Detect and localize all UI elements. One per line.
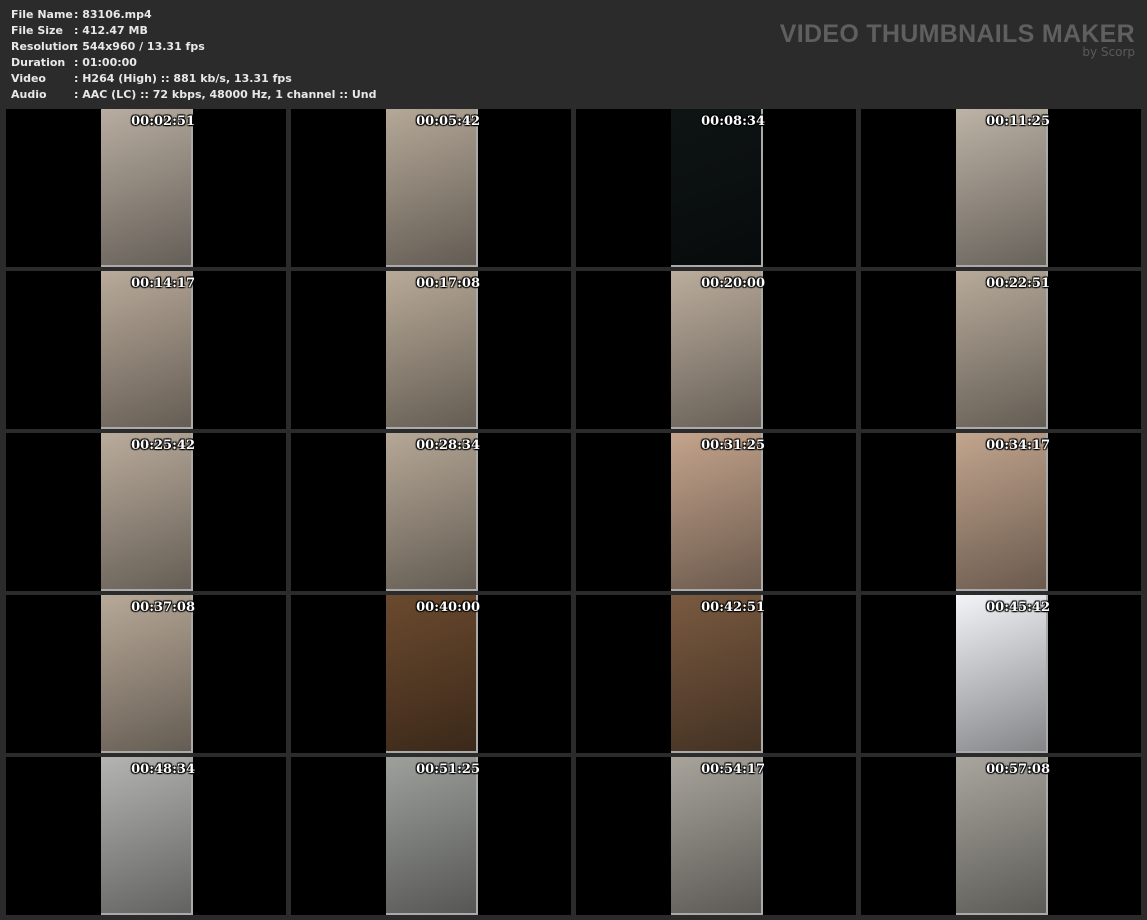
timestamp: 00:08:34	[701, 114, 765, 129]
thumbnail-cell: 00:14:17	[6, 271, 286, 429]
timestamp: 00:28:34	[416, 438, 480, 453]
info-row: Resolution: 544x960 / 13.31 fps	[11, 39, 376, 55]
video-frame	[956, 595, 1048, 753]
info-value: : 412.47 MB	[74, 24, 148, 37]
video-frame	[671, 433, 763, 591]
thumbnail-cell: 00:37:08	[6, 595, 286, 753]
video-frame	[671, 757, 763, 915]
thumbnail-cell: 00:57:08	[861, 757, 1141, 915]
timestamp: 00:37:08	[131, 600, 195, 615]
info-key: File Name	[11, 8, 73, 21]
timestamp: 00:51:25	[416, 762, 480, 777]
info-value: : 544x960 / 13.31 fps	[74, 40, 205, 53]
video-frame	[101, 271, 193, 429]
info-row: File Size : 412.47 MB	[11, 23, 376, 39]
timestamp: 00:25:42	[131, 438, 195, 453]
video-frame	[956, 433, 1048, 591]
thumbnail-cell: 00:28:34	[291, 433, 571, 591]
info-value: : H264 (High) :: 881 kb/s, 13.31 fps	[74, 72, 292, 85]
thumbnail-cell: 00:20:00	[576, 271, 856, 429]
thumbnail-cell: 00:25:42	[6, 433, 286, 591]
brand-title: VIDEO THUMBNAILS MAKER	[779, 20, 1135, 48]
thumbnail-cell: 00:22:51	[861, 271, 1141, 429]
info-value: : AAC (LC) :: 72 kbps, 48000 Hz, 1 chann…	[74, 88, 377, 101]
info-key: Duration	[11, 56, 66, 69]
info-row: Audio : AAC (LC) :: 72 kbps, 48000 Hz, 1 …	[11, 87, 376, 103]
info-key: Video	[11, 72, 46, 85]
thumbnail-cell: 00:48:34	[6, 757, 286, 915]
video-frame	[671, 595, 763, 753]
video-frame	[956, 109, 1048, 267]
thumbnail-cell: 00:05:42	[291, 109, 571, 267]
video-frame	[101, 595, 193, 753]
thumbnail-cell: 00:51:25	[291, 757, 571, 915]
video-frame	[956, 757, 1048, 915]
video-frame	[386, 595, 478, 753]
timestamp: 00:45:42	[986, 600, 1050, 615]
timestamp: 00:14:17	[131, 276, 195, 291]
video-frame	[671, 271, 763, 429]
timestamp: 00:11:25	[986, 114, 1050, 129]
thumbnail-cell: 00:17:08	[291, 271, 571, 429]
timestamp: 00:02:51	[131, 114, 195, 129]
video-frame	[101, 433, 193, 591]
video-frame	[386, 109, 478, 267]
file-info: File Name: 83106.mp4 File Size: 412.47 MB…	[11, 7, 376, 103]
thumbnail-grid: 00:02:51 00:05:42 00:08:34 00:11:25 00:14:17…	[6, 109, 1141, 915]
brand-logo: VIDEO THUMBNAILS MAKER by Scorp	[780, 20, 1135, 59]
info-key: Audio	[11, 88, 47, 101]
thumbnail-cell: 00:54:17	[576, 757, 856, 915]
timestamp: 00:54:17	[701, 762, 765, 777]
video-frame	[386, 433, 478, 591]
video-frame	[386, 757, 478, 915]
thumbnail-cell: 00:31:25	[576, 433, 856, 591]
thumbnail-cell: 00:02:51	[6, 109, 286, 267]
video-frame	[101, 109, 193, 267]
info-key: Resolution	[11, 40, 78, 53]
thumbnail-cell: 00:45:42	[861, 595, 1141, 753]
thumbnail-cell: 00:42:51	[576, 595, 856, 753]
info-value: : 01:00:00	[74, 56, 137, 69]
timestamp: 00:42:51	[701, 600, 765, 615]
timestamp: 00:05:42	[416, 114, 480, 129]
video-frame	[386, 271, 478, 429]
timestamp: 00:40:00	[416, 600, 480, 615]
info-row: Duration : 01:00:00	[11, 55, 376, 71]
info-row: File Name: 83106.mp4	[11, 7, 376, 23]
thumbnail-cell: 00:34:17	[861, 433, 1141, 591]
video-frame	[101, 757, 193, 915]
info-row: Video : H264 (High) :: 881 kb/s, 13.31 fp…	[11, 71, 376, 87]
thumbnail-cell: 00:11:25	[861, 109, 1141, 267]
video-frame	[956, 271, 1048, 429]
timestamp: 00:20:00	[701, 276, 765, 291]
info-value: : 83106.mp4	[74, 8, 152, 21]
timestamp: 00:34:17	[986, 438, 1050, 453]
timestamp: 00:57:08	[986, 762, 1050, 777]
video-frame	[671, 109, 763, 267]
timestamp: 00:31:25	[701, 438, 765, 453]
timestamp: 00:17:08	[416, 276, 480, 291]
timestamp: 00:48:34	[131, 762, 195, 777]
thumbnail-cell: 00:40:00	[291, 595, 571, 753]
timestamp: 00:22:51	[986, 276, 1050, 291]
info-key: File Size	[11, 24, 63, 37]
thumbnail-cell: 00:08:34	[576, 109, 856, 267]
